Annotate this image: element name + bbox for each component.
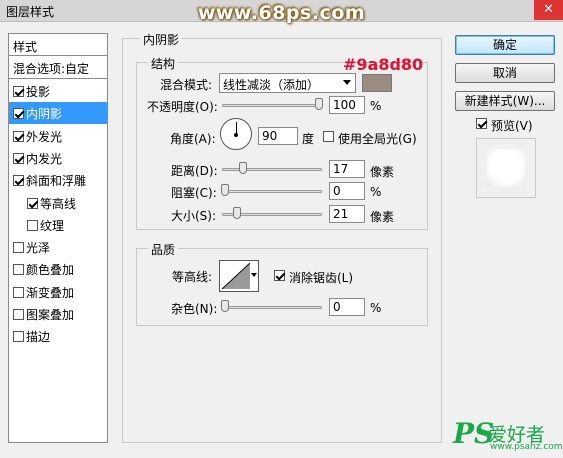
ok-button[interactable]: 确定 xyxy=(455,35,555,55)
size-slider-thumb[interactable] xyxy=(232,207,241,219)
angle-unit: 度 xyxy=(302,132,315,146)
style-item[interactable]: 光泽 xyxy=(9,236,107,258)
style-item[interactable]: 斜面和浮雕 xyxy=(9,169,107,191)
style-item-checkbox[interactable] xyxy=(13,242,24,254)
style-item-checkbox[interactable] xyxy=(13,286,24,298)
preview-label: 预览(V) xyxy=(491,119,533,133)
style-item-label: 描边 xyxy=(26,330,51,345)
preview-checkbox[interactable] xyxy=(476,118,487,129)
angle-input[interactable]: 90 xyxy=(258,127,298,145)
global-light-label: 使用全局光(G) xyxy=(338,132,417,146)
style-item[interactable]: 投影 xyxy=(9,80,107,102)
contour-picker[interactable] xyxy=(219,260,259,292)
noise-slider-track[interactable] xyxy=(222,306,322,309)
blend-options-item[interactable]: 混合选项:自定 xyxy=(9,57,107,79)
style-item-label: 纹理 xyxy=(40,218,65,233)
watermark-top: www.68ps.com xyxy=(197,2,366,24)
noise-unit: % xyxy=(370,301,382,315)
style-item-checkbox[interactable] xyxy=(27,219,38,231)
style-item-label: 颜色叠加 xyxy=(26,263,75,278)
style-list: 样式 混合选项:自定 投影内阴影外发光内发光斜面和浮雕等高线纹理光泽颜色叠加渐变… xyxy=(8,33,108,443)
opacity-slider-thumb[interactable] xyxy=(315,98,323,110)
color-annotation: #9a8d80 xyxy=(343,55,424,74)
distance-slider-thumb[interactable] xyxy=(238,162,247,174)
style-item-label: 内阴影 xyxy=(26,107,63,122)
style-preview xyxy=(476,138,536,198)
style-list-header[interactable]: 样式 xyxy=(9,34,107,56)
style-item-checkbox[interactable] xyxy=(13,130,24,142)
quality-title: 品质 xyxy=(148,241,179,258)
style-item-checkbox[interactable] xyxy=(13,152,24,164)
style-item-label: 等高线 xyxy=(40,196,77,211)
close-button[interactable]: ✕ xyxy=(534,0,563,20)
choke-slider-track[interactable] xyxy=(222,190,322,193)
antialias-label: 消除锯齿(L) xyxy=(289,271,354,285)
global-light-checkbox[interactable] xyxy=(323,131,334,142)
style-item-checkbox[interactable] xyxy=(13,175,24,187)
noise-input[interactable]: 0 xyxy=(329,298,365,316)
distance-input[interactable]: 17 xyxy=(329,160,365,178)
style-item-checkbox[interactable] xyxy=(13,108,24,120)
structure-title: 结构 xyxy=(148,55,179,72)
style-item[interactable]: 颜色叠加 xyxy=(9,258,107,280)
style-item-label: 投影 xyxy=(26,85,51,99)
angle-label: 角度(A): xyxy=(170,132,216,146)
opacity-unit: % xyxy=(370,99,382,113)
style-item[interactable]: 图案叠加 xyxy=(9,303,107,325)
blend-mode-label: 混合模式: xyxy=(160,78,213,92)
angle-dial[interactable] xyxy=(220,118,252,150)
noise-label: 杂色(N): xyxy=(171,302,218,316)
contour-curve-icon xyxy=(222,263,250,289)
style-item-checkbox[interactable] xyxy=(13,309,24,320)
antialias-checkbox[interactable] xyxy=(274,270,285,281)
style-item-label: 图案叠加 xyxy=(26,308,75,322)
chevron-down-icon xyxy=(251,273,257,277)
opacity-slider-track[interactable] xyxy=(222,104,322,107)
distance-unit: 像素 xyxy=(370,165,395,179)
style-item[interactable]: 描边 xyxy=(9,325,107,347)
opacity-label: 不透明度(O): xyxy=(147,100,218,114)
distance-slider-track[interactable] xyxy=(222,168,322,171)
style-item[interactable]: 外发光 xyxy=(9,125,107,147)
choke-input[interactable]: 0 xyxy=(329,182,365,200)
style-item-label: 斜面和浮雕 xyxy=(26,174,87,189)
style-item-label: 渐变叠加 xyxy=(26,285,75,300)
size-label: 大小(S): xyxy=(171,209,217,223)
chevron-down-icon xyxy=(343,80,351,85)
style-item[interactable]: 内阴影 xyxy=(9,102,107,125)
size-input[interactable]: 21 xyxy=(329,205,365,223)
style-preview-swatch xyxy=(487,149,525,187)
title-bar: 图层样式 www.68ps.com ✕ xyxy=(0,0,563,24)
opacity-input[interactable]: 100 xyxy=(329,96,365,114)
style-item-label: 内发光 xyxy=(26,151,63,166)
style-item[interactable]: 等高线 xyxy=(9,192,107,214)
style-item[interactable]: 纹理 xyxy=(9,214,107,236)
noise-slider-thumb[interactable] xyxy=(221,300,229,312)
style-item-checkbox[interactable] xyxy=(13,331,24,343)
style-item-checkbox[interactable] xyxy=(13,264,24,276)
shadow-color-swatch[interactable] xyxy=(362,74,392,92)
choke-unit: % xyxy=(370,185,382,199)
blend-mode-select[interactable]: 线性减淡（添加） xyxy=(219,73,356,93)
style-item[interactable]: 内发光 xyxy=(9,147,107,169)
style-item-checkbox[interactable] xyxy=(27,197,38,209)
cancel-button[interactable]: 取消 xyxy=(455,63,555,83)
style-item-checkbox[interactable] xyxy=(13,86,24,97)
contour-label: 等高线: xyxy=(172,270,213,284)
size-unit: 像素 xyxy=(370,210,395,224)
angle-dial-center xyxy=(234,133,238,137)
blend-mode-value: 线性减淡（添加） xyxy=(223,78,320,92)
style-item-label: 光泽 xyxy=(26,241,51,256)
choke-slider-thumb[interactable] xyxy=(221,184,229,196)
new-style-button[interactable]: 新建样式(W)... xyxy=(455,91,555,111)
panel-title: 内阴影 xyxy=(140,31,183,48)
style-item[interactable]: 渐变叠加 xyxy=(9,281,107,303)
watermark-bottom-url: www.psahz.com xyxy=(490,442,563,452)
style-item-label: 外发光 xyxy=(26,129,63,144)
distance-label: 距离(D): xyxy=(171,164,218,178)
choke-label: 阻塞(C): xyxy=(171,186,217,200)
